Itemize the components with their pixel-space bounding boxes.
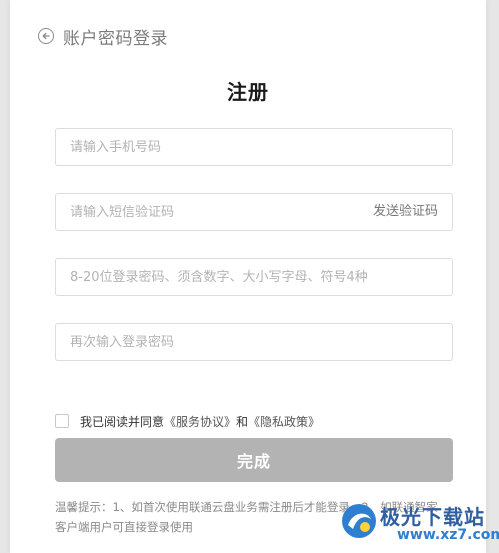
service-agreement-link[interactable]: 《服务协议》 <box>164 415 236 429</box>
back-label: 账户密码登录 <box>63 28 168 49</box>
password-field <box>55 258 453 296</box>
sms-code-field: 发送验证码 <box>55 193 453 231</box>
back-to-password-login[interactable]: 账户密码登录 <box>38 24 168 49</box>
agreement-checkbox[interactable] <box>55 414 69 428</box>
agreement-conjunction: 和 <box>236 414 249 429</box>
send-code-button[interactable]: 发送验证码 <box>373 194 438 230</box>
watermark: 极光下载站 www.xz7.com <box>335 497 499 549</box>
register-panel: 账户密码登录 注册 发送验证码 我已阅读并同意《服务协议》和《隐私政策》 完成 … <box>10 0 486 553</box>
agreement-text: 我已阅读并同意《服务协议》和《隐私政策》 <box>80 413 320 430</box>
back-arrow-icon <box>38 28 54 44</box>
password-confirm-input[interactable] <box>56 324 350 360</box>
watermark-logo-icon <box>342 504 376 538</box>
agreement-prefix: 我已阅读并同意 <box>80 414 165 429</box>
page-title: 注册 <box>227 80 269 104</box>
password-confirm-field <box>55 323 453 361</box>
password-input[interactable] <box>56 259 440 295</box>
watermark-text: 极光下载站 <box>380 505 485 529</box>
phone-field <box>55 128 453 166</box>
submit-button[interactable]: 完成 <box>55 438 453 482</box>
privacy-policy-link[interactable]: 《隐私政策》 <box>248 415 320 429</box>
sms-code-input[interactable] <box>56 194 350 230</box>
phone-input[interactable] <box>56 129 350 165</box>
watermark-url: www.xz7.com <box>397 527 499 543</box>
background-edge-right <box>485 0 499 553</box>
agreement-row: 我已阅读并同意《服务协议》和《隐私政策》 <box>55 412 320 430</box>
